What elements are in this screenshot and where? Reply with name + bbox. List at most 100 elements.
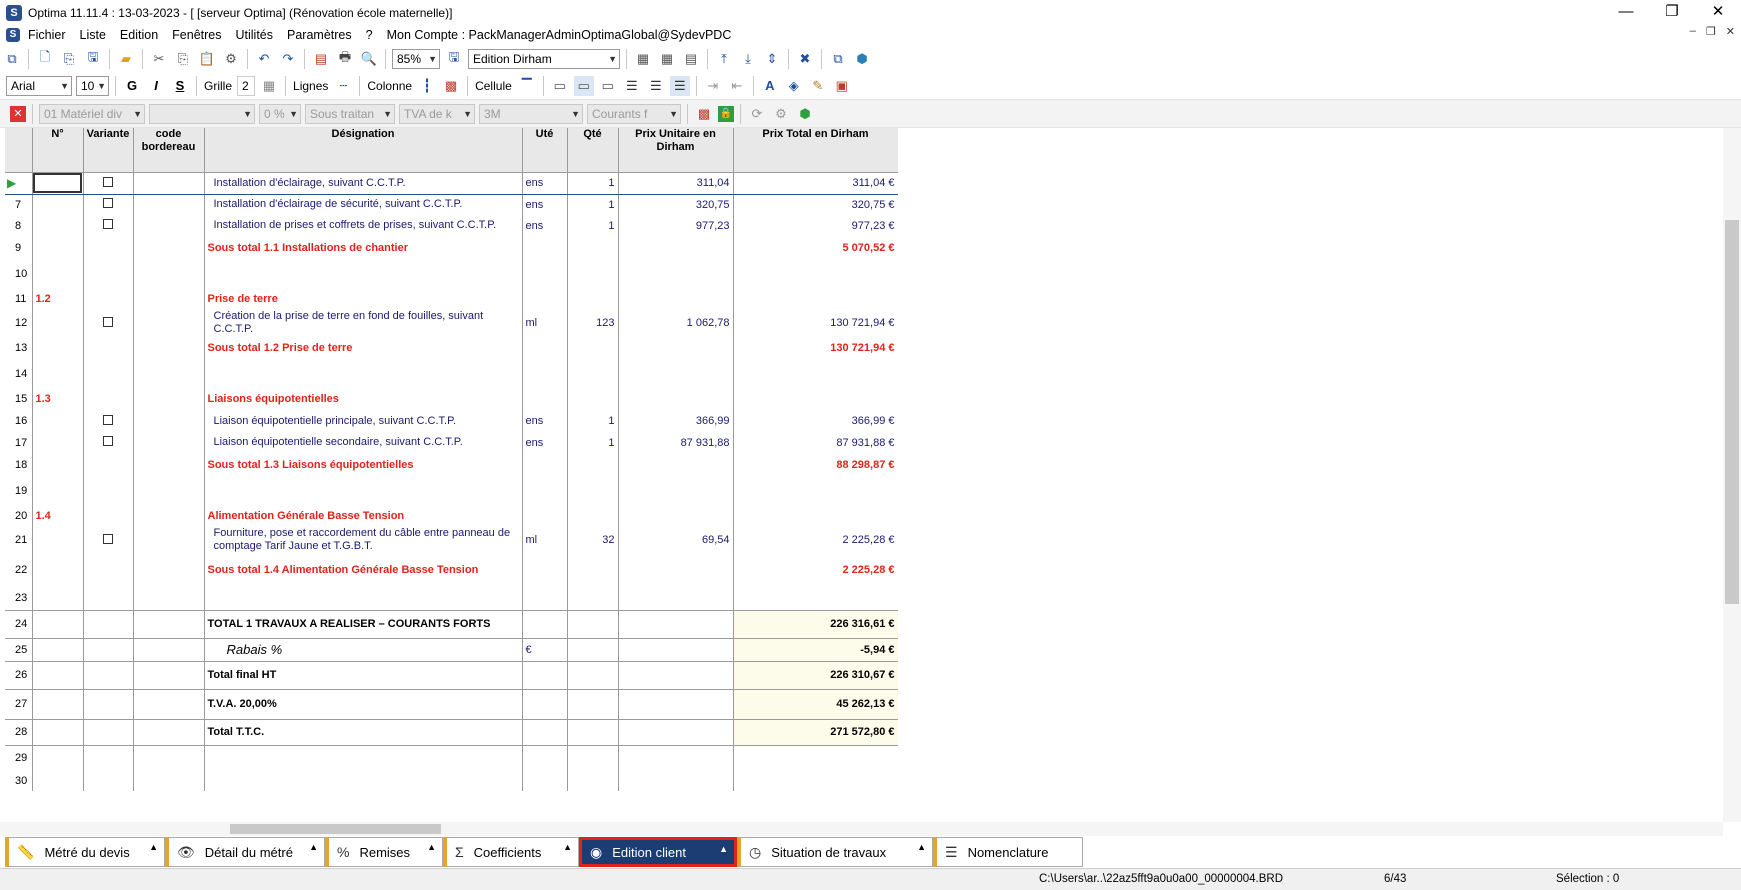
bold-button[interactable]: G [122,76,142,96]
cell-code[interactable] [133,310,205,336]
variante-checkbox[interactable] [103,436,113,446]
cell-num[interactable] [32,259,84,288]
cell-pt[interactable]: 226 316,61 € [733,609,899,639]
cell-code[interactable] [133,688,205,720]
cell-ute[interactable] [522,288,568,310]
row-number[interactable]: ▶ [5,172,33,195]
cell-variante[interactable] [83,609,134,639]
cell-top-icon[interactable]: ▔ [517,76,537,96]
cell-pu[interactable]: 87 931,88 [618,432,734,453]
cell-ute[interactable] [522,745,568,771]
cell-variante[interactable] [83,336,134,359]
cell-pt[interactable] [733,745,899,771]
cell-code[interactable] [133,505,205,527]
cell-total-label[interactable]: Total final HT [204,660,523,690]
cell-ute[interactable] [522,587,568,610]
variante-checkbox[interactable] [103,176,113,187]
row-number[interactable]: 8 [5,215,33,236]
cell-pt[interactable]: 130 721,94 € [733,310,899,336]
row-number[interactable]: 26 [5,660,33,690]
variante-checkbox[interactable] [103,198,113,209]
cell-num[interactable] [32,553,84,587]
cell-pu[interactable] [618,587,734,610]
italic-button[interactable]: I [146,76,166,96]
menu-fichier[interactable]: Fichier [28,28,66,42]
cell-pt[interactable]: 2 225,28 € [733,527,899,553]
cell-variante[interactable] [83,453,134,476]
blank-select[interactable]: ▼ [149,103,255,124]
row-number[interactable]: 10 [5,259,33,288]
move-updown-icon[interactable]: ⇕ [762,49,782,69]
menu-account[interactable]: Mon Compte : PackManagerAdminOptimaGloba… [387,28,732,42]
cell-pt[interactable] [733,771,899,791]
materiel-select[interactable]: 01 Matériel div ▼ [39,103,145,124]
cell-num[interactable] [32,718,84,746]
align-center-icon[interactable]: ☰ [646,76,666,96]
cell-code[interactable] [133,194,205,215]
menu-fenetres[interactable]: Fenêtres [172,28,221,42]
cell-pu[interactable]: 69,54 [618,527,734,553]
menu-edition[interactable]: Edition [120,28,158,42]
cell-num[interactable] [32,527,84,553]
variante-checkbox[interactable] [103,316,113,327]
cell-qte[interactable] [567,553,619,587]
cell-variante[interactable] [83,771,134,791]
cell-code[interactable] [133,587,205,610]
cell-num[interactable] [32,194,84,215]
row-number[interactable]: 27 [5,688,33,720]
cell-code[interactable] [133,660,205,690]
cell-variante[interactable] [83,388,134,410]
cell-pu[interactable] [618,359,734,388]
col-header-code[interactable]: code bordereau [133,128,205,173]
cell-designation[interactable]: Liaison équipotentielle principale, suiv… [204,410,523,432]
text-color-icon[interactable]: A [760,76,780,96]
tab-nomenclature[interactable]: ☰ Nomenclature [933,837,1083,867]
cell-pu[interactable] [618,688,734,720]
cell-pt[interactable] [733,587,899,610]
cell-ute[interactable]: ens [522,410,568,432]
cell-pt[interactable]: 5 070,52 € [733,236,899,259]
cell-designation[interactable]: Installation de prises et coffrets de pr… [204,215,523,236]
cell-num[interactable] [32,476,84,505]
new-document-icon[interactable]: 🗋 [35,49,55,69]
cell-num[interactable] [32,609,84,639]
menu-liste[interactable]: Liste [80,28,106,42]
cell-code[interactable] [133,553,205,587]
cell-designation[interactable] [204,771,523,791]
cell-pt[interactable]: 88 298,87 € [733,453,899,476]
cell-total-label[interactable]: TOTAL 1 TRAVAUX A REALISER – COURANTS FO… [204,609,523,639]
cell-pt[interactable] [733,288,899,310]
cell-pt[interactable]: 977,23 € [733,215,899,236]
cell-variante[interactable] [83,410,134,432]
row-number[interactable]: 18 [5,453,33,476]
cell-code[interactable] [133,476,205,505]
cell-qte[interactable] [567,476,619,505]
cell-pu[interactable]: 977,23 [618,215,734,236]
variante-checkbox[interactable] [103,414,113,425]
cell-qte[interactable]: 32 [567,527,619,553]
tools-icon[interactable]: ✖ [795,49,815,69]
menu-utilites[interactable]: Utilités [236,28,274,42]
cell-code[interactable] [133,259,205,288]
row-number[interactable]: 17 [5,432,33,453]
cell-qte[interactable]: 1 [567,215,619,236]
print-preview-icon[interactable]: 🔍 [359,49,379,69]
column-style-icon[interactable]: ┇ [417,76,437,96]
cell-ute[interactable]: ens [522,172,568,195]
col-header-pt[interactable]: Prix Total en Dirham [733,128,899,173]
cell-pt[interactable]: 311,04 € [733,172,899,195]
sync-icon[interactable]: ⬢ [852,49,872,69]
cell-qte[interactable] [567,336,619,359]
mdi-restore-icon[interactable]: ❐ [1706,25,1716,38]
cell-qte[interactable] [567,453,619,476]
cell-ute[interactable] [522,453,568,476]
cell-pu[interactable] [618,771,734,791]
tab-coefficients[interactable]: Σ Coefficients ▲ [443,837,579,867]
col-header-num[interactable]: N° [32,128,84,173]
delete-icon[interactable]: ✕ [10,105,26,122]
row-number[interactable]: 24 [5,609,33,639]
border-outside-icon[interactable]: ▭ [550,76,570,96]
cell-num[interactable] [32,336,84,359]
row-number[interactable]: 15 [5,388,33,410]
outdent-icon[interactable]: ⇤ [727,76,747,96]
